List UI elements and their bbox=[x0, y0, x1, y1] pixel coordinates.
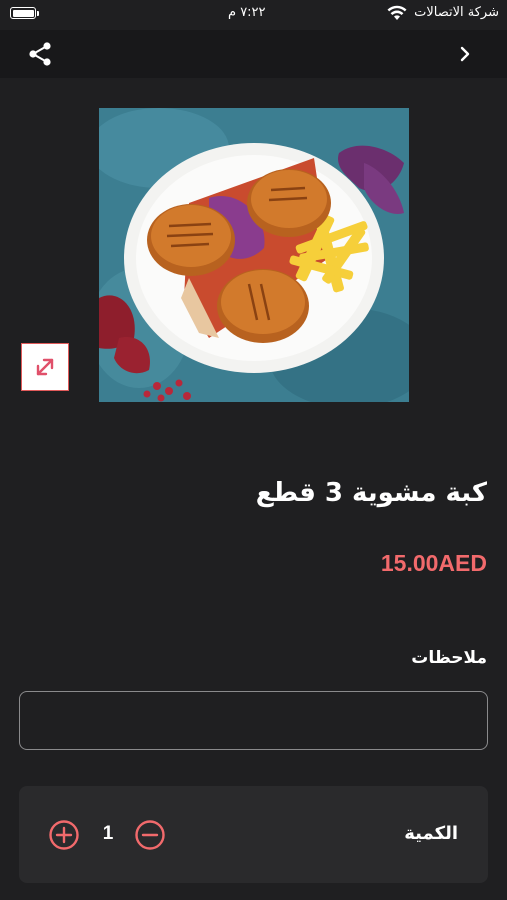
battery-icon bbox=[10, 7, 36, 19]
status-time: ٧:٢٢ م bbox=[228, 5, 266, 20]
quantity-value: 1 bbox=[102, 823, 114, 844]
quantity-stepper: 1 الكمية bbox=[19, 786, 488, 883]
expand-arrows-icon bbox=[36, 358, 54, 376]
plus-circle-icon[interactable] bbox=[48, 819, 80, 851]
nav-bar bbox=[0, 30, 507, 78]
share-icon[interactable] bbox=[26, 40, 54, 68]
product-title: كبة مشوية 3 قطع bbox=[255, 478, 487, 508]
status-bar: ٧:٢٢ م شركة الاتصالات bbox=[0, 0, 507, 30]
quantity-label: الكمية bbox=[404, 823, 458, 844]
product-image[interactable] bbox=[99, 108, 409, 402]
wifi-icon bbox=[387, 5, 407, 20]
carrier-name: شركة الاتصالات bbox=[414, 5, 499, 20]
expand-image-button[interactable] bbox=[21, 343, 69, 391]
product-price: 15.00AED bbox=[380, 550, 487, 576]
chevron-right-icon[interactable] bbox=[457, 42, 473, 66]
notes-label: ملاحظات bbox=[411, 648, 487, 668]
minus-circle-icon[interactable] bbox=[134, 819, 166, 851]
notes-input[interactable] bbox=[19, 691, 488, 750]
